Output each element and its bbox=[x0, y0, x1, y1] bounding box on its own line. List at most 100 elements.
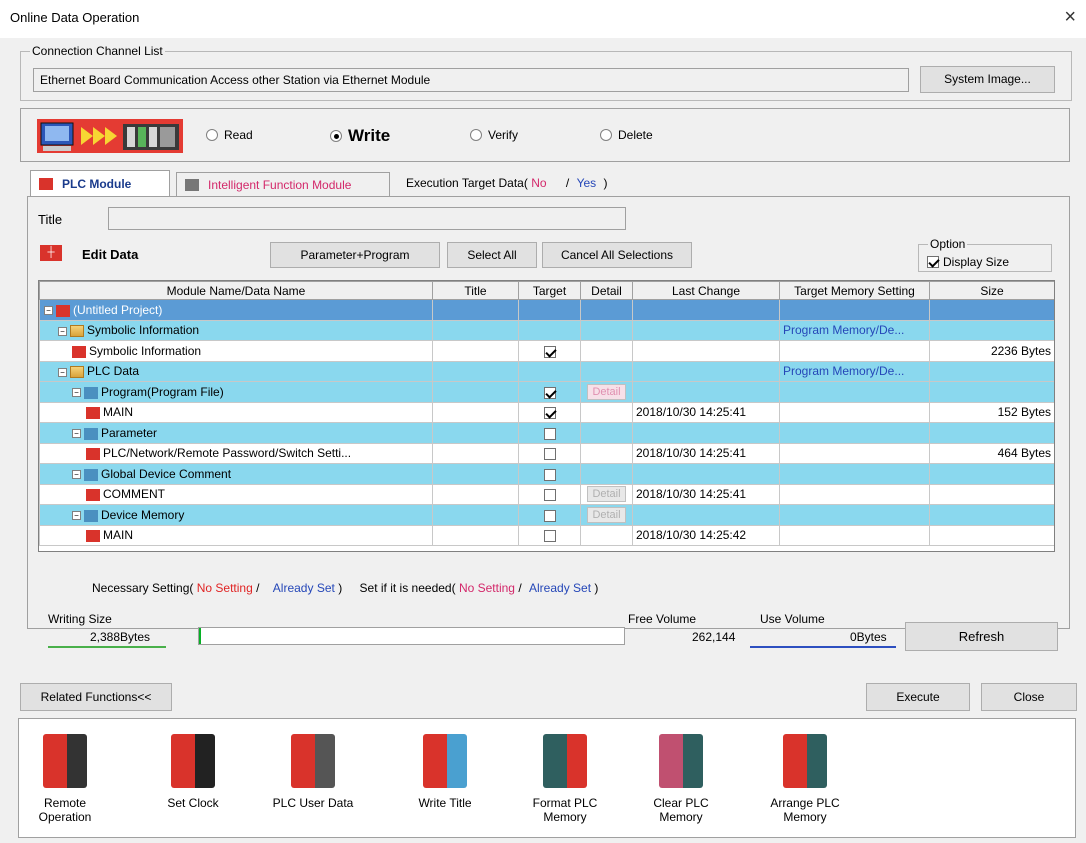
table-row[interactable]: MAIN 2018/10/30 14:25:42 bbox=[39, 524, 1054, 546]
target-checkbox[interactable] bbox=[543, 509, 556, 522]
collapse-icon[interactable]: − bbox=[72, 429, 81, 439]
detail-cell[interactable] bbox=[580, 340, 633, 362]
table-row[interactable]: COMMENT Detail 2018/10/30 14:25:41 bbox=[39, 483, 1054, 505]
target-cell[interactable] bbox=[518, 483, 581, 505]
target-checkbox[interactable] bbox=[543, 345, 556, 358]
related-function-clear-plc-memory[interactable]: Clear PLC Memory bbox=[636, 734, 726, 824]
detail-cell[interactable]: Detail bbox=[580, 483, 633, 505]
target-cell[interactable] bbox=[518, 442, 581, 464]
target-cell[interactable] bbox=[518, 422, 581, 444]
target-memory-cell[interactable] bbox=[779, 299, 930, 321]
target-memory-cell[interactable] bbox=[779, 504, 930, 526]
read-radio[interactable]: Read bbox=[206, 128, 253, 142]
delete-radio-circle[interactable] bbox=[600, 129, 612, 141]
target-cell[interactable] bbox=[518, 463, 581, 485]
table-row[interactable]: − Symbolic Information Program Memory/De..… bbox=[39, 319, 1054, 341]
detail-cell[interactable] bbox=[580, 442, 633, 464]
target-checkbox[interactable] bbox=[543, 427, 556, 440]
related-function-remote-operation[interactable]: Remote Operation bbox=[20, 734, 110, 824]
display-size-checkbox[interactable]: Display Size bbox=[927, 255, 1009, 269]
target-cell[interactable] bbox=[518, 340, 581, 362]
verify-radio-circle[interactable] bbox=[470, 129, 482, 141]
execute-button[interactable]: Execute bbox=[866, 683, 970, 711]
title-field[interactable] bbox=[108, 207, 626, 230]
related-function-set-clock[interactable]: Set Clock bbox=[148, 734, 238, 810]
target-cell[interactable] bbox=[518, 360, 581, 382]
title-cell[interactable] bbox=[432, 319, 519, 341]
data-name-cell[interactable]: − Program(Program File) bbox=[39, 381, 433, 403]
table-row[interactable]: − (Untitled Project) bbox=[39, 299, 1054, 321]
target-memory-cell[interactable] bbox=[779, 483, 930, 505]
target-memory-cell[interactable]: Program Memory/De... bbox=[779, 360, 930, 382]
table-row[interactable]: Symbolic Information 2236 Bytes bbox=[39, 340, 1054, 362]
write-radio[interactable]: Write bbox=[330, 126, 390, 146]
table-row[interactable]: MAIN 2018/10/30 14:25:41 152 Bytes bbox=[39, 401, 1054, 423]
related-function-write-title[interactable]: Write Title bbox=[400, 734, 490, 810]
table-row[interactable]: − Global Device Comment bbox=[39, 463, 1054, 485]
system-image-button[interactable]: System Image... bbox=[920, 66, 1055, 93]
title-cell[interactable] bbox=[432, 483, 519, 505]
column-header[interactable]: Module Name/Data Name bbox=[39, 281, 433, 300]
cancel-all-selections-button[interactable]: Cancel All Selections bbox=[542, 242, 692, 268]
detail-cell[interactable] bbox=[580, 299, 633, 321]
detail-cell[interactable] bbox=[580, 360, 633, 382]
title-cell[interactable] bbox=[432, 463, 519, 485]
target-memory-cell[interactable] bbox=[779, 463, 930, 485]
close-icon[interactable]: × bbox=[1064, 6, 1076, 29]
data-name-cell[interactable]: − PLC Data bbox=[39, 360, 433, 382]
target-memory-cell[interactable] bbox=[779, 442, 930, 464]
detail-cell[interactable] bbox=[580, 524, 633, 546]
table-row[interactable]: PLC/Network/Remote Password/Switch Setti… bbox=[39, 442, 1054, 464]
select-all-button[interactable]: Select All bbox=[447, 242, 537, 268]
collapse-icon[interactable]: − bbox=[44, 306, 53, 316]
detail-cell[interactable] bbox=[580, 422, 633, 444]
close-button[interactable]: Close bbox=[981, 683, 1077, 711]
detail-cell[interactable]: Detail bbox=[580, 504, 633, 526]
collapse-icon[interactable]: − bbox=[58, 367, 67, 377]
collapse-icon[interactable]: − bbox=[72, 511, 81, 521]
detail-button[interactable]: Detail bbox=[587, 506, 626, 523]
target-memory-cell[interactable]: Program Memory/De... bbox=[779, 319, 930, 341]
title-cell[interactable] bbox=[432, 401, 519, 423]
column-header[interactable]: Last Change bbox=[632, 281, 780, 300]
tab-intelligent-function-module[interactable]: Intelligent Function Module bbox=[176, 172, 390, 196]
target-checkbox[interactable] bbox=[543, 407, 556, 420]
target-cell[interactable] bbox=[518, 524, 581, 546]
detail-cell[interactable] bbox=[580, 401, 633, 423]
column-header[interactable]: Size bbox=[929, 281, 1054, 300]
title-cell[interactable] bbox=[432, 381, 519, 403]
data-name-cell[interactable]: PLC/Network/Remote Password/Switch Setti… bbox=[39, 442, 433, 464]
target-checkbox[interactable] bbox=[543, 530, 556, 543]
tab-plc-module[interactable]: PLC Module bbox=[30, 170, 170, 197]
target-memory-cell[interactable] bbox=[779, 524, 930, 546]
parameter-program-button[interactable]: Parameter+Program bbox=[270, 242, 440, 268]
table-row[interactable]: − Program(Program File) Detail bbox=[39, 381, 1054, 403]
related-function-arrange-plc-memory[interactable]: Arrange PLC Memory bbox=[760, 734, 850, 824]
target-cell[interactable] bbox=[518, 401, 581, 423]
table-row[interactable]: − PLC Data Program Memory/De... bbox=[39, 360, 1054, 382]
data-name-cell[interactable]: MAIN bbox=[39, 401, 433, 423]
data-name-cell[interactable]: − Parameter bbox=[39, 422, 433, 444]
detail-button[interactable]: Detail bbox=[587, 383, 626, 400]
data-name-cell[interactable]: MAIN bbox=[39, 524, 433, 546]
target-cell[interactable] bbox=[518, 299, 581, 321]
title-cell[interactable] bbox=[432, 422, 519, 444]
data-name-cell[interactable]: Symbolic Information bbox=[39, 340, 433, 362]
title-cell[interactable] bbox=[432, 299, 519, 321]
target-checkbox[interactable] bbox=[543, 489, 556, 502]
target-checkbox[interactable] bbox=[543, 386, 556, 399]
column-header[interactable]: Target Memory Setting bbox=[779, 281, 930, 300]
table-row[interactable]: − Parameter bbox=[39, 422, 1054, 444]
column-header[interactable]: Detail bbox=[580, 281, 633, 300]
write-radio-circle[interactable] bbox=[330, 130, 342, 142]
detail-cell[interactable] bbox=[580, 463, 633, 485]
read-radio-circle[interactable] bbox=[206, 129, 218, 141]
detail-cell[interactable] bbox=[580, 319, 633, 341]
data-name-cell[interactable]: − Global Device Comment bbox=[39, 463, 433, 485]
title-cell[interactable] bbox=[432, 340, 519, 362]
delete-radio[interactable]: Delete bbox=[600, 128, 653, 142]
refresh-button[interactable]: Refresh bbox=[905, 622, 1058, 651]
target-checkbox[interactable] bbox=[543, 448, 556, 461]
data-name-cell[interactable]: COMMENT bbox=[39, 483, 433, 505]
title-cell[interactable] bbox=[432, 504, 519, 526]
